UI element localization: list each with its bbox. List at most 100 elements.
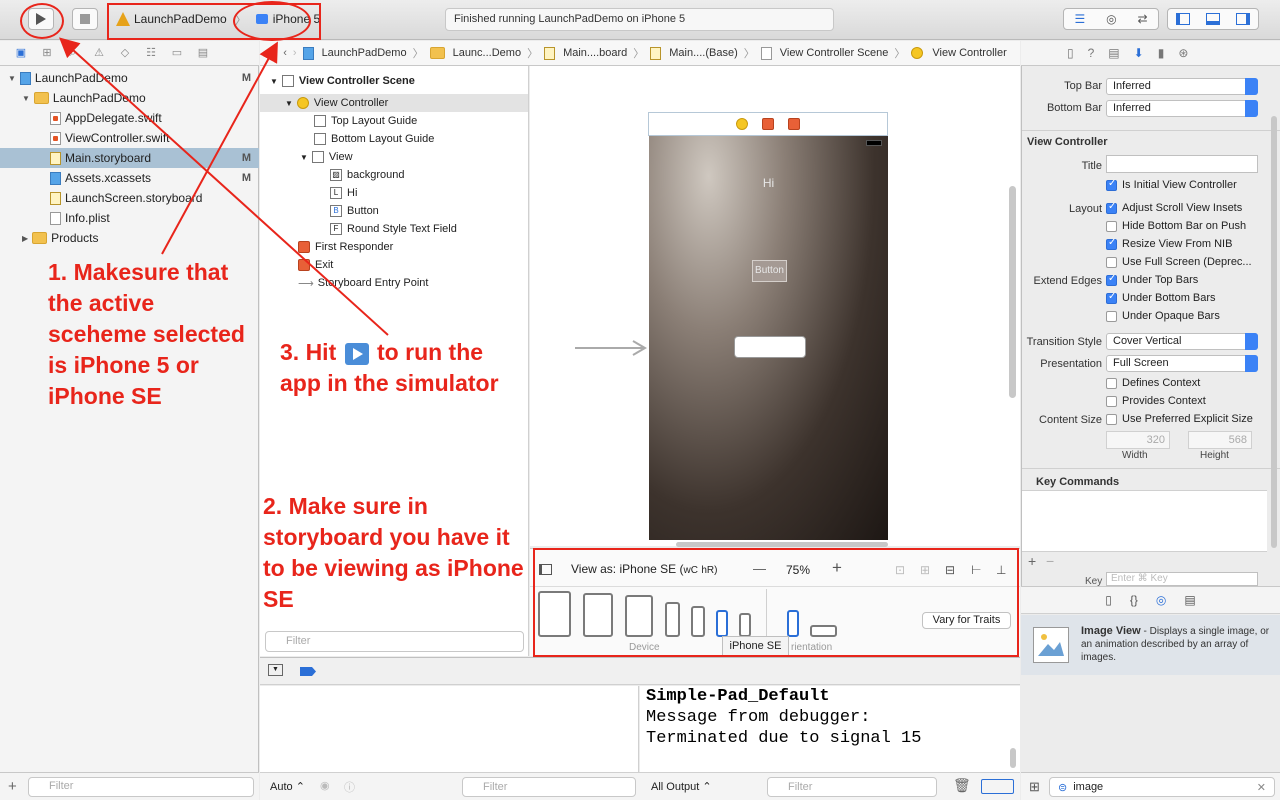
output-selector[interactable]: All Output ⌃ xyxy=(651,780,712,793)
symbol-nav-icon[interactable]: ⊞ xyxy=(38,46,56,60)
scene-dock[interactable] xyxy=(648,112,888,136)
test-nav-icon[interactable]: ◇ xyxy=(116,46,134,60)
file-inspector-icon[interactable]: ▯ xyxy=(1067,46,1074,60)
view-controller-icon[interactable] xyxy=(736,118,748,130)
file-row-infoplist[interactable]: Info.plist xyxy=(0,208,259,228)
assistant-editor-icon[interactable]: ◎ xyxy=(1106,12,1116,26)
preferred-size-checkbox[interactable]: Use Preferred Explicit Size xyxy=(1106,413,1253,425)
add-key-icon[interactable]: + xyxy=(1028,553,1036,569)
transition-select[interactable]: Cover Vertical xyxy=(1106,333,1258,350)
key-commands-table[interactable] xyxy=(1022,490,1267,552)
code-snippet-icon[interactable]: {} xyxy=(1130,593,1138,607)
hide-bottom-checkbox[interactable]: Hide Bottom Bar on Push xyxy=(1106,220,1246,232)
outline-hi-label[interactable]: L Hi xyxy=(330,184,357,202)
stop-button[interactable] xyxy=(72,8,98,30)
canvas-hscroll[interactable] xyxy=(676,542,888,547)
breakpoint-nav-icon[interactable]: ▭ xyxy=(168,46,186,60)
console-filter[interactable]: Filter xyxy=(767,777,937,797)
round-style-text-field[interactable] xyxy=(734,336,806,358)
key-field[interactable]: Enter ⌘ Key xyxy=(1106,572,1258,586)
file-row-products[interactable]: ▶ Products xyxy=(0,228,259,248)
preview-button[interactable]: Button xyxy=(752,260,787,282)
utilities-toggle-icon[interactable] xyxy=(1236,13,1250,25)
outline-first-responder[interactable]: First Responder xyxy=(298,238,393,256)
breadcrumb-vc[interactable]: View Controller xyxy=(911,47,1007,59)
outline-exit[interactable]: Exit xyxy=(298,256,333,274)
breadcrumb-base[interactable]: Main....(Base) xyxy=(650,46,738,60)
initial-vc-checkbox[interactable]: Is Initial View Controller xyxy=(1106,178,1237,191)
file-row-project[interactable]: ▼ LaunchPadDemo M xyxy=(0,68,259,88)
breadcrumb-storyboard[interactable]: Main....board xyxy=(544,46,627,60)
outline-filter[interactable]: Filter xyxy=(265,631,524,652)
info-icon[interactable]: ⓘ xyxy=(344,779,355,795)
variables-filter[interactable]: Filter xyxy=(462,777,636,797)
outline-button[interactable]: B Button xyxy=(330,202,379,220)
title-field[interactable] xyxy=(1106,155,1258,173)
canvas-scrollbar[interactable] xyxy=(1009,186,1016,398)
file-row-launchscreen[interactable]: LaunchScreen.storyboard xyxy=(0,188,259,208)
outline-background[interactable]: ▨ background xyxy=(330,166,405,184)
outline-text-field[interactable]: F Round Style Text Field xyxy=(330,220,457,238)
help-inspector-icon[interactable]: ? xyxy=(1088,46,1095,60)
file-row-assets[interactable]: Assets.xcassets M xyxy=(0,168,259,188)
debug-nav-icon[interactable]: ☷ xyxy=(142,46,160,60)
under-opaque-checkbox[interactable]: Under Opaque Bars xyxy=(1106,310,1220,322)
under-top-checkbox[interactable]: Under Top Bars xyxy=(1106,273,1198,286)
adjust-scroll-checkbox[interactable]: Adjust Scroll View Insets xyxy=(1106,201,1242,214)
outline-view[interactable]: ▼ View xyxy=(300,148,353,166)
auto-selector[interactable]: Auto ⌃ xyxy=(270,780,305,793)
outline-bottom-layout[interactable]: Bottom Layout Guide xyxy=(314,130,434,148)
file-row-main-storyboard[interactable]: Main.storyboard M xyxy=(0,148,259,168)
entry-point-arrow[interactable] xyxy=(575,340,647,356)
add-icon[interactable]: + xyxy=(8,778,17,795)
identity-inspector-icon[interactable]: ▤ xyxy=(1108,46,1119,60)
resize-nib-checkbox[interactable]: Resize View From NIB xyxy=(1106,237,1232,250)
library-item-image-view[interactable]: Image View - Displays a single image, or… xyxy=(1021,615,1280,675)
navigator-filter[interactable]: Filter xyxy=(28,777,254,797)
file-row-viewcontroller[interactable]: ViewController.swift xyxy=(0,128,259,148)
forward-icon[interactable]: › xyxy=(293,47,297,59)
related-items-icon[interactable]: ⊞ xyxy=(268,47,277,60)
console-scrollbar[interactable] xyxy=(1010,748,1016,768)
first-responder-icon[interactable] xyxy=(762,118,774,130)
presentation-select[interactable]: Full Screen xyxy=(1106,355,1258,372)
find-nav-icon[interactable]: ⌕ xyxy=(64,46,82,60)
bottom-bar-select[interactable]: Inferred xyxy=(1106,100,1258,117)
outline-scene[interactable]: ▼ View Controller Scene xyxy=(270,72,415,90)
version-editor-icon[interactable]: ⇄ xyxy=(1137,12,1147,26)
height-field[interactable]: 568 xyxy=(1188,431,1252,449)
defines-context-checkbox[interactable]: Defines Context xyxy=(1106,377,1200,389)
object-library-icon[interactable]: ◎ xyxy=(1156,593,1166,607)
breakpoints-toggle-icon[interactable] xyxy=(300,667,316,676)
back-icon[interactable]: ‹ xyxy=(283,47,287,59)
split-view-icon[interactable] xyxy=(981,779,1014,794)
inspector-scrollbar[interactable] xyxy=(1271,116,1277,548)
full-screen-checkbox[interactable]: Use Full Screen (Deprec... xyxy=(1106,256,1252,268)
grid-view-icon[interactable]: ⊞ xyxy=(1029,779,1040,795)
file-template-icon[interactable]: ▯ xyxy=(1105,593,1112,607)
panel-toggle-group[interactable] xyxy=(1167,8,1259,30)
attributes-inspector-icon[interactable]: ⬇ xyxy=(1134,46,1144,60)
issue-nav-icon[interactable]: ⚠ xyxy=(90,46,108,60)
report-nav-icon[interactable]: ▤ xyxy=(194,46,212,60)
hi-label[interactable]: Hi xyxy=(649,176,888,190)
iphone-se-preview[interactable]: Hi Button xyxy=(649,136,888,540)
size-inspector-icon[interactable]: ▮ xyxy=(1158,46,1165,60)
editor-mode-group[interactable]: ☰ ◎ ⇄ xyxy=(1063,8,1159,30)
connections-inspector-icon[interactable]: ⊛ xyxy=(1178,46,1188,60)
trash-icon[interactable]: 🗑 xyxy=(953,777,971,794)
quicklook-icon[interactable]: ◉ xyxy=(320,779,330,792)
under-bottom-checkbox[interactable]: Under Bottom Bars xyxy=(1106,291,1216,304)
remove-key-icon[interactable]: − xyxy=(1046,553,1054,569)
navigator-toggle-icon[interactable] xyxy=(1176,13,1190,25)
provides-context-checkbox[interactable]: Provides Context xyxy=(1106,395,1206,407)
breadcrumb-scene[interactable]: View Controller Scene xyxy=(760,46,888,60)
exit-icon[interactable] xyxy=(788,118,800,130)
clear-search-icon[interactable]: ✕ xyxy=(1257,781,1266,794)
file-row-group[interactable]: ▼ LaunchPadDemo xyxy=(0,88,259,108)
library-search[interactable]: ⊜ image ✕ xyxy=(1049,777,1275,797)
console-output[interactable]: Simple-Pad_Default Message from debugger:… xyxy=(640,686,1020,772)
hide-debug-icon[interactable]: ▼ xyxy=(268,664,283,676)
outline-entry-point[interactable]: ⟶ Storyboard Entry Point xyxy=(298,274,428,292)
file-row-appdelegate[interactable]: AppDelegate.swift xyxy=(0,108,259,128)
